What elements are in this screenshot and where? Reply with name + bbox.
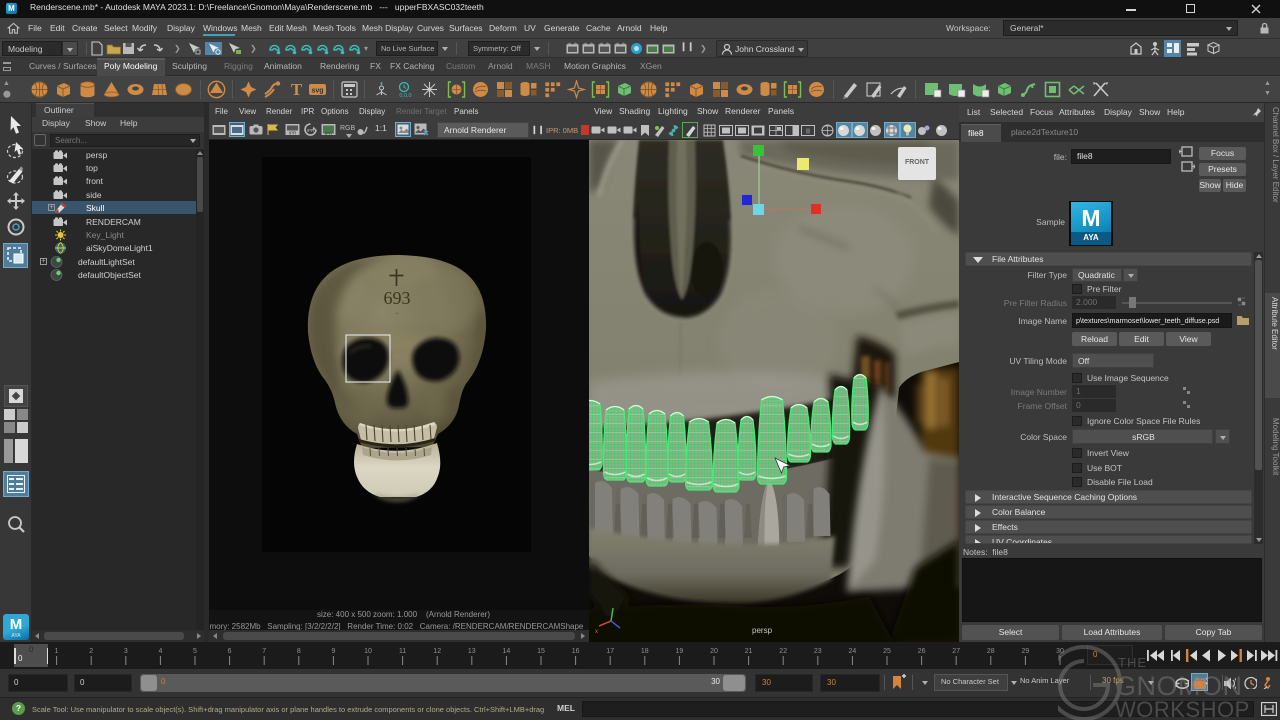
svg-text:29: 29 [1022, 648, 1030, 655]
svg-text:25: 25 [883, 648, 891, 655]
svg-text:12: 12 [433, 648, 441, 655]
svg-text:30: 30 [1056, 648, 1064, 655]
svg-text:3: 3 [124, 648, 128, 655]
svg-text:28: 28 [987, 648, 995, 655]
svg-text:19: 19 [676, 648, 684, 655]
svg-text:·•·: ·•· [394, 312, 399, 317]
svg-text:IPR: IPR [289, 130, 297, 135]
svg-text:26: 26 [918, 648, 926, 655]
svg-text:18: 18 [641, 648, 649, 655]
svg-text:13: 13 [468, 648, 476, 655]
svg-text:4: 4 [158, 648, 162, 655]
svg-text:x: x [595, 629, 598, 635]
svg-text:14: 14 [503, 648, 511, 655]
svg-text:8: 8 [297, 648, 301, 655]
svg-text:T: T [291, 80, 303, 99]
svg-text:7: 7 [262, 648, 266, 655]
svg-text:6: 6 [228, 648, 232, 655]
svg-text:II: II [806, 129, 810, 136]
svg-text:24: 24 [849, 648, 857, 655]
svg-text:23: 23 [814, 648, 822, 655]
svg-text:693: 693 [384, 288, 411, 308]
svg-text:0,0,0: 0,0,0 [399, 93, 411, 99]
svg-text:5: 5 [193, 648, 197, 655]
svg-text:10: 10 [364, 648, 372, 655]
svg-text:1: 1 [55, 648, 59, 655]
svg-text:16: 16 [572, 648, 580, 655]
svg-text:11: 11 [399, 648, 406, 655]
svg-text:21: 21 [745, 648, 753, 655]
svg-text:20: 20 [710, 648, 718, 655]
svg-text:27: 27 [952, 648, 960, 655]
svg-text:9: 9 [331, 648, 335, 655]
svg-text:IPR: IPR [325, 131, 333, 136]
svg-text:svg: svg [311, 88, 323, 95]
svg-text:17: 17 [606, 648, 614, 655]
svg-text:IPR: IPR [307, 128, 315, 133]
svg-text:15: 15 [537, 648, 545, 655]
svg-text:2: 2 [89, 648, 93, 655]
svg-text:22: 22 [779, 648, 787, 655]
